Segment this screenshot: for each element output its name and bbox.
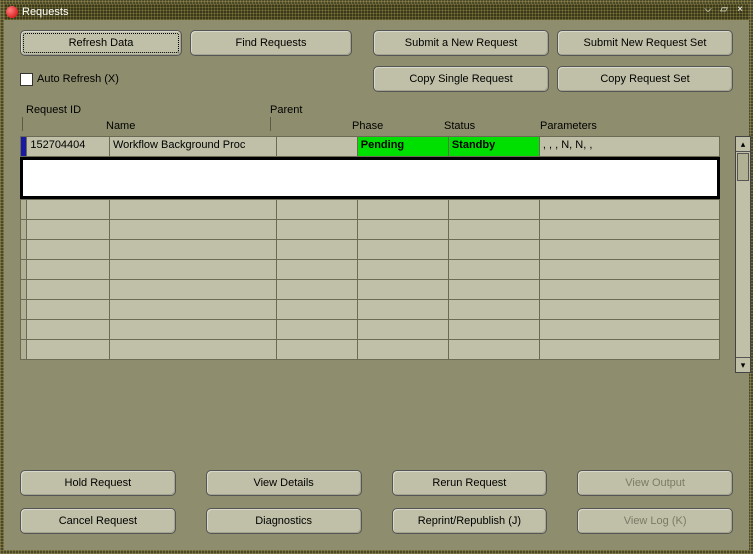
copy-single-label: Copy Single Request: [409, 73, 512, 85]
table-row[interactable]: [21, 340, 720, 360]
oracle-icon: [6, 6, 18, 18]
view-output-label: View Output: [625, 477, 685, 489]
copy-request-set-button[interactable]: Copy Request Set: [557, 66, 733, 92]
scroll-up-icon[interactable]: ▴: [736, 137, 750, 152]
minimize-icon[interactable]: ⌵: [701, 5, 715, 17]
submit-new-request-button[interactable]: Submit a New Request: [373, 30, 549, 56]
auto-refresh-label: Auto Refresh (X): [37, 73, 119, 85]
view-details-button[interactable]: View Details: [206, 470, 362, 496]
title-bar: Requests ⌵ ▱ ×: [4, 4, 749, 20]
vertical-scrollbar[interactable]: ▴ ▾: [735, 136, 751, 373]
header-status: Status: [444, 120, 475, 132]
checkbox-box[interactable]: [20, 73, 33, 86]
submit-set-label: Submit New Request Set: [584, 37, 707, 49]
reprint-republish-button[interactable]: Reprint/Republish (J): [392, 508, 548, 534]
find-label: Find Requests: [236, 37, 307, 49]
rerun-label: Rerun Request: [432, 477, 506, 489]
cell-request-id[interactable]: 152704404: [27, 137, 109, 156]
header-phase: Phase: [352, 120, 383, 132]
submit-new-label: Submit a New Request: [405, 37, 518, 49]
detail-edit-area[interactable]: [20, 157, 720, 199]
copy-single-request-button[interactable]: Copy Single Request: [373, 66, 549, 92]
header-parameters: Parameters: [540, 120, 597, 132]
cell-status[interactable]: Standby: [449, 137, 539, 156]
column-headers: Request ID Parent Name Phase Status Para…: [20, 104, 733, 134]
table-row[interactable]: [21, 300, 720, 320]
table-row[interactable]: 152704404 Workflow Background Proc Pendi…: [21, 137, 720, 157]
cell-parent[interactable]: [277, 137, 356, 156]
cell-phase[interactable]: Pending: [358, 137, 448, 156]
table-row[interactable]: [21, 260, 720, 280]
table-row[interactable]: [21, 320, 720, 340]
scroll-down-icon[interactable]: ▾: [736, 357, 750, 372]
copy-set-label: Copy Request Set: [600, 73, 689, 85]
view-output-button[interactable]: View Output: [577, 470, 733, 496]
table-row[interactable]: [21, 200, 720, 220]
header-request-id: Request ID: [26, 104, 81, 116]
diagnostics-label: Diagnostics: [255, 515, 312, 527]
view-log-label: View Log (K): [624, 515, 687, 527]
table-row[interactable]: [21, 220, 720, 240]
refresh-data-button[interactable]: Refresh Data: [20, 30, 182, 56]
header-parent: Parent: [270, 104, 302, 116]
hold-label: Hold Request: [65, 477, 132, 489]
window-title: Requests: [22, 6, 68, 18]
hold-request-button[interactable]: Hold Request: [20, 470, 176, 496]
scroll-thumb[interactable]: [737, 153, 749, 181]
cancel-label: Cancel Request: [59, 515, 137, 527]
maximize-icon[interactable]: ▱: [717, 5, 731, 17]
requests-table-empty: [20, 199, 720, 360]
diagnostics-button[interactable]: Diagnostics: [206, 508, 362, 534]
reprint-label: Reprint/Republish (J): [418, 515, 521, 527]
table-row[interactable]: [21, 280, 720, 300]
table-row[interactable]: [21, 240, 720, 260]
view-details-label: View Details: [253, 477, 313, 489]
cell-name[interactable]: Workflow Background Proc: [110, 137, 276, 156]
submit-new-request-set-button[interactable]: Submit New Request Set: [557, 30, 733, 56]
rerun-request-button[interactable]: Rerun Request: [392, 470, 548, 496]
view-log-button[interactable]: View Log (K): [577, 508, 733, 534]
find-requests-button[interactable]: Find Requests: [190, 30, 352, 56]
refresh-label: Refresh Data: [69, 37, 134, 49]
cancel-request-button[interactable]: Cancel Request: [20, 508, 176, 534]
close-icon[interactable]: ×: [733, 5, 747, 17]
auto-refresh-checkbox[interactable]: Auto Refresh (X): [20, 73, 119, 86]
requests-table: 152704404 Workflow Background Proc Pendi…: [20, 136, 720, 157]
header-name: Name: [106, 120, 135, 132]
cell-parameters[interactable]: , , , N, N, ,: [540, 137, 719, 156]
